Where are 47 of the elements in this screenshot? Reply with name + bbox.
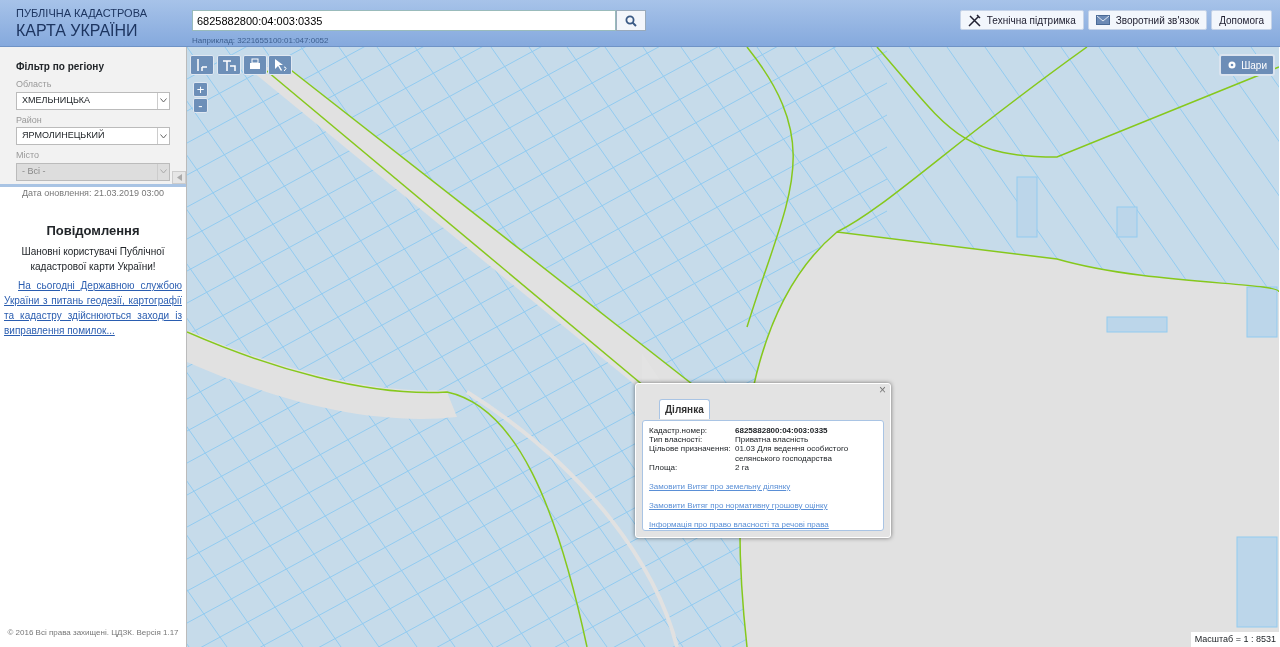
popup-link[interactable]: Інформація про право власності та речові права: [649, 520, 877, 530]
caret-icon: [160, 133, 167, 139]
ruler-icon: [194, 57, 210, 73]
caret-icon: [160, 169, 167, 174]
collapse-button[interactable]: [172, 171, 186, 184]
collapse-arrow-icon: [176, 174, 182, 181]
search-field[interactable]: 6825882800:04:003:0335: [192, 10, 616, 31]
map-tool-button[interactable]: [217, 55, 241, 75]
logo-title-line: КАРТА УКРАЇНИ: [16, 22, 139, 39]
caret-icon: [160, 98, 167, 103]
field-label: Район: [16, 113, 43, 127]
tools-icon: [967, 13, 981, 27]
field-value: 01.03 Для ведення особистого селянського господарства: [735, 444, 850, 463]
field-label: Площа:: [649, 462, 679, 472]
field-label: Цільове призначення:: [649, 444, 732, 456]
popup-link[interactable]: Замовити Витяг про нормативну грошову оцінку: [649, 501, 877, 511]
popup-tab[interactable]: Ділянка: [659, 399, 710, 419]
update-date: Дата оновлення: 21.03.2019 03:00: [20, 187, 166, 200]
header-button[interactable]: Допомога: [1211, 10, 1272, 30]
field-label: Місто: [16, 149, 41, 162]
mail-icon: [1095, 15, 1110, 25]
filter-title: Фільтр по регіону: [16, 60, 105, 74]
field-value: 2 га: [735, 462, 750, 472]
region-select[interactable]: ХМЕЛЬНИЦЬКА: [16, 91, 170, 110]
field-label: Кадастр.номер:: [649, 426, 709, 436]
close-button[interactable]: ×: [879, 384, 886, 396]
search-icon: [625, 14, 637, 27]
notice-title: Повідомлення: [45, 221, 141, 240]
map-tool-button[interactable]: [243, 55, 267, 75]
search-button[interactable]: [616, 10, 646, 31]
search-example-hint: Наприклад: 3221655100:01:047:0052: [192, 35, 330, 47]
copyright-footer: © 2016 Всі права захищені. ЦДЗК. Версія 1.17: [4, 627, 182, 639]
notice-link[interactable]: На сьогодні Державною службою України з питань геодезії, картографії та кадастру здійснюються заходи із виправлення помилок...: [4, 278, 182, 338]
field-label: Тип власності:: [649, 435, 704, 445]
notice-text: Шановні користувачі Публічної кадастрової карти України!: [20, 245, 166, 274]
field-value: Приватна власність: [735, 435, 810, 445]
header-button[interactable]: Зворотний зв'язок: [1087, 10, 1208, 30]
map-tool-button[interactable]: [190, 55, 214, 75]
region-select[interactable]: ЯРМОЛИНЕЦЬКИЙ: [16, 127, 170, 145]
field-label: Область: [16, 78, 53, 91]
popup-link[interactable]: Замовити Витяг про земельну ділянку: [649, 481, 877, 492]
header-button[interactable]: Технічна підтримка: [959, 10, 1084, 30]
field-value: 6825882800:04:003:0335: [735, 426, 829, 436]
region-select: - Всі -: [16, 162, 170, 181]
area-measure-icon: [221, 57, 237, 73]
map-tool-button[interactable]: [268, 55, 292, 75]
cursor-icon: [272, 57, 288, 73]
